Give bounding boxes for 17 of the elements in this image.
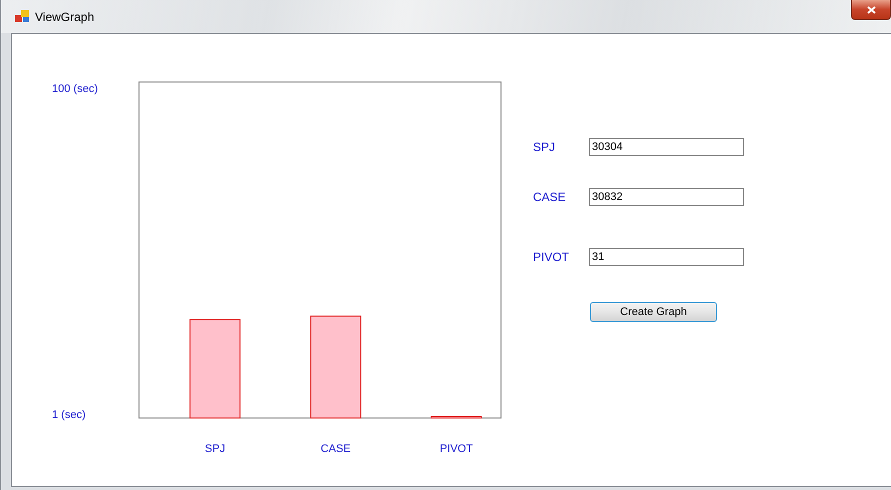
category-label: CASE xyxy=(320,443,351,455)
app-icon xyxy=(15,10,29,22)
field-label: CASE xyxy=(533,190,567,204)
category-label: SPJ xyxy=(204,443,226,455)
close-icon xyxy=(866,6,876,14)
create-graph-button[interactable]: Create Graph xyxy=(590,302,717,322)
field-label: SPJ xyxy=(533,140,556,154)
input-field[interactable]: 30832 xyxy=(589,188,744,206)
window-title: ViewGraph xyxy=(35,10,94,24)
input-field[interactable]: 31 xyxy=(589,248,744,266)
bar xyxy=(430,416,482,418)
axis-label: 100 (sec) xyxy=(52,83,98,95)
axis-label: 1 (sec) xyxy=(52,409,86,421)
field-label: PIVOT xyxy=(533,250,570,264)
category-label: PIVOT xyxy=(440,443,473,455)
close-button[interactable] xyxy=(851,0,891,20)
input-field[interactable]: 30304 xyxy=(589,138,744,156)
